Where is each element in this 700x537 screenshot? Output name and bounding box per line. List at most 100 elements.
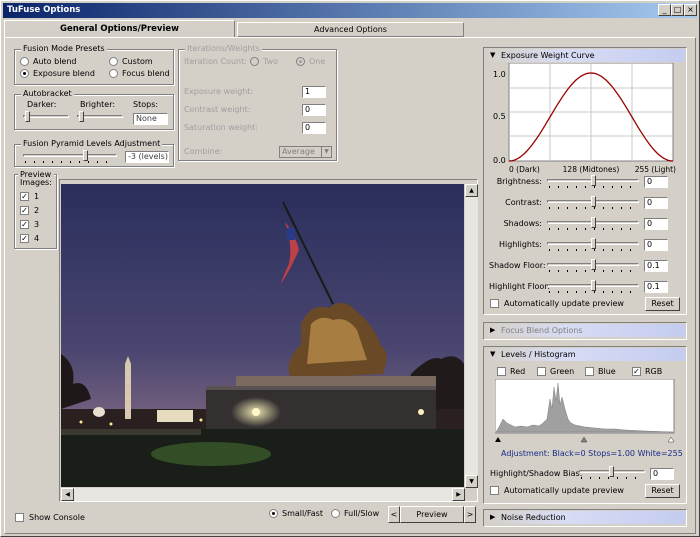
stops-label: Stops: xyxy=(133,100,159,109)
stops-field[interactable]: None xyxy=(133,113,168,125)
levels-adjustment-text: Adjustment: Black=0 Stops=1.00 White=255 xyxy=(501,449,683,458)
small-fast-label: Small/Fast xyxy=(282,509,323,518)
bias-field[interactable]: 0 xyxy=(650,468,674,480)
custom-label: Custom xyxy=(122,57,153,66)
title-bar[interactable]: TuFuse Options _ □ × xyxy=(3,3,697,18)
noise-reduction-title: Noise Reduction xyxy=(501,513,566,522)
full-slow-radio[interactable] xyxy=(331,509,340,518)
preview-image-4-checkbox[interactable]: ✓ xyxy=(20,234,29,243)
histogram xyxy=(495,379,675,443)
collapse-arrow-icon: ▼ xyxy=(490,51,496,59)
auto-blend-radio[interactable] xyxy=(20,57,29,66)
contrast-weight-field[interactable]: 0 xyxy=(302,104,326,116)
maximize-button[interactable]: □ xyxy=(671,4,684,16)
bias-slider[interactable] xyxy=(579,466,645,480)
levels-header[interactable]: ▼ Levels / Histogram xyxy=(485,348,685,361)
brighter-slider[interactable] xyxy=(77,111,123,125)
curve-row-label: Shadows: xyxy=(503,219,542,228)
bias-label: Highlight/Shadow Bias: xyxy=(490,469,583,478)
previous-image-button[interactable]: < xyxy=(388,506,400,523)
focus-blend-header[interactable]: ▶ Focus Blend Options xyxy=(485,324,685,337)
curve-row-slider[interactable] xyxy=(547,259,639,273)
exposure-blend-radio[interactable] xyxy=(20,69,29,78)
horizontal-scrollbar[interactable]: ◀ ▶ xyxy=(61,488,465,501)
levels-auto-update-checkbox[interactable] xyxy=(490,486,499,495)
white-point-handle[interactable] xyxy=(667,436,675,443)
close-button[interactable]: × xyxy=(684,4,697,16)
brighter-label: Brighter: xyxy=(80,100,116,109)
curve-row-slider[interactable] xyxy=(547,217,639,231)
preview-image xyxy=(61,184,464,487)
saturation-weight-field[interactable]: 0 xyxy=(302,122,326,134)
collapse-arrow-icon: ▼ xyxy=(490,350,496,358)
curve-auto-update-checkbox[interactable] xyxy=(490,299,499,308)
curve-row-value[interactable]: 0.1 xyxy=(644,281,668,293)
focus-blend-title: Focus Blend Options xyxy=(501,326,583,335)
gamma-handle[interactable] xyxy=(580,436,588,443)
show-console-checkbox[interactable] xyxy=(15,513,24,522)
preview-image-1-checkbox[interactable]: ✓ xyxy=(20,192,29,201)
black-point-handle[interactable] xyxy=(495,437,501,442)
y-tick-0: 0.0 xyxy=(493,156,506,165)
scroll-left-icon[interactable]: ◀ xyxy=(61,488,74,501)
scroll-right-icon[interactable]: ▶ xyxy=(452,488,465,501)
curve-row-value[interactable]: 0 xyxy=(644,239,668,251)
green-channel-checkbox[interactable] xyxy=(537,367,546,376)
curve-row-label: Highlights: xyxy=(499,240,542,249)
curve-row-value[interactable]: 0 xyxy=(644,176,668,188)
fusion-mode-group: Fusion Mode Presets xyxy=(14,44,174,85)
curve-row-slider[interactable] xyxy=(547,196,639,210)
exposure-blend-label: Exposure blend xyxy=(33,69,95,78)
red-channel-label: Red xyxy=(510,367,526,376)
preview-button[interactable]: Preview xyxy=(400,506,464,523)
curve-row-label: Shadow Floor: xyxy=(489,261,546,270)
iterations-title: Iterations/Weights xyxy=(185,44,262,53)
iteration-one-radio[interactable] xyxy=(296,57,305,66)
curve-reset-button[interactable]: Reset xyxy=(645,297,680,311)
show-console-label: Show Console xyxy=(29,513,85,522)
small-fast-radio[interactable] xyxy=(269,509,278,518)
levels-reset-button[interactable]: Reset xyxy=(645,484,680,498)
next-image-button[interactable]: > xyxy=(464,506,476,523)
darker-label: Darker: xyxy=(27,100,57,109)
auto-blend-label: Auto blend xyxy=(33,57,77,66)
rgb-channel-label: RGB xyxy=(645,367,663,376)
scroll-up-icon[interactable]: ▲ xyxy=(465,184,478,197)
exposure-weight-field[interactable]: 1 xyxy=(302,86,326,98)
iteration-two-radio[interactable] xyxy=(250,57,259,66)
blue-channel-checkbox[interactable] xyxy=(585,367,594,376)
darker-slider[interactable] xyxy=(23,111,69,125)
curve-row-slider[interactable] xyxy=(547,280,639,294)
iteration-one-label: One xyxy=(309,57,326,66)
scroll-down-icon[interactable]: ▼ xyxy=(465,475,478,488)
tab-advanced[interactable]: Advanced Options xyxy=(237,22,464,37)
custom-radio[interactable] xyxy=(109,57,118,66)
iteration-count-label: Iteration Count: xyxy=(184,57,247,66)
vertical-scrollbar[interactable]: ▲ ▼ xyxy=(465,184,478,488)
curve-row-slider[interactable] xyxy=(547,175,639,189)
red-channel-checkbox[interactable] xyxy=(497,367,506,376)
tab-general[interactable]: General Options/Preview xyxy=(4,20,235,38)
curve-row-value[interactable]: 0 xyxy=(644,197,668,209)
curve-row-slider[interactable] xyxy=(547,238,639,252)
curve-auto-update-label: Automatically update preview xyxy=(504,299,624,308)
curve-row-value[interactable]: 0 xyxy=(644,218,668,230)
preview-image-2-checkbox[interactable]: ✓ xyxy=(20,206,29,215)
levels-title: Levels / Histogram xyxy=(501,350,576,359)
focus-blend-radio[interactable] xyxy=(109,69,118,78)
combine-label: Combine: xyxy=(184,147,223,156)
preview-image-3-checkbox[interactable]: ✓ xyxy=(20,220,29,229)
curve-row-label: Contrast: xyxy=(505,198,542,207)
options-window: TuFuse Options _ □ × General Options/Pre… xyxy=(0,0,700,537)
rgb-channel-checkbox[interactable]: ✓ xyxy=(632,367,641,376)
exposure-weight-chart: 1.0 0.5 0.0 0 (Dark) 128 (Midtones) 255 … xyxy=(493,63,676,174)
minimize-button[interactable]: _ xyxy=(658,4,671,16)
noise-reduction-header[interactable]: ▶ Noise Reduction xyxy=(485,511,685,524)
curve-row-value[interactable]: 0.1 xyxy=(644,260,668,272)
pyramid-levels-field[interactable]: -3 (levels) xyxy=(125,151,169,163)
y-tick-0-5: 0.5 xyxy=(493,112,506,121)
combine-select[interactable]: Average ▼ xyxy=(279,146,332,158)
exposure-curve-header[interactable]: ▼ Exposure Weight Curve xyxy=(485,49,685,62)
pyramid-slider[interactable] xyxy=(23,150,117,164)
x-label-dark: 0 (Dark) xyxy=(509,165,540,174)
